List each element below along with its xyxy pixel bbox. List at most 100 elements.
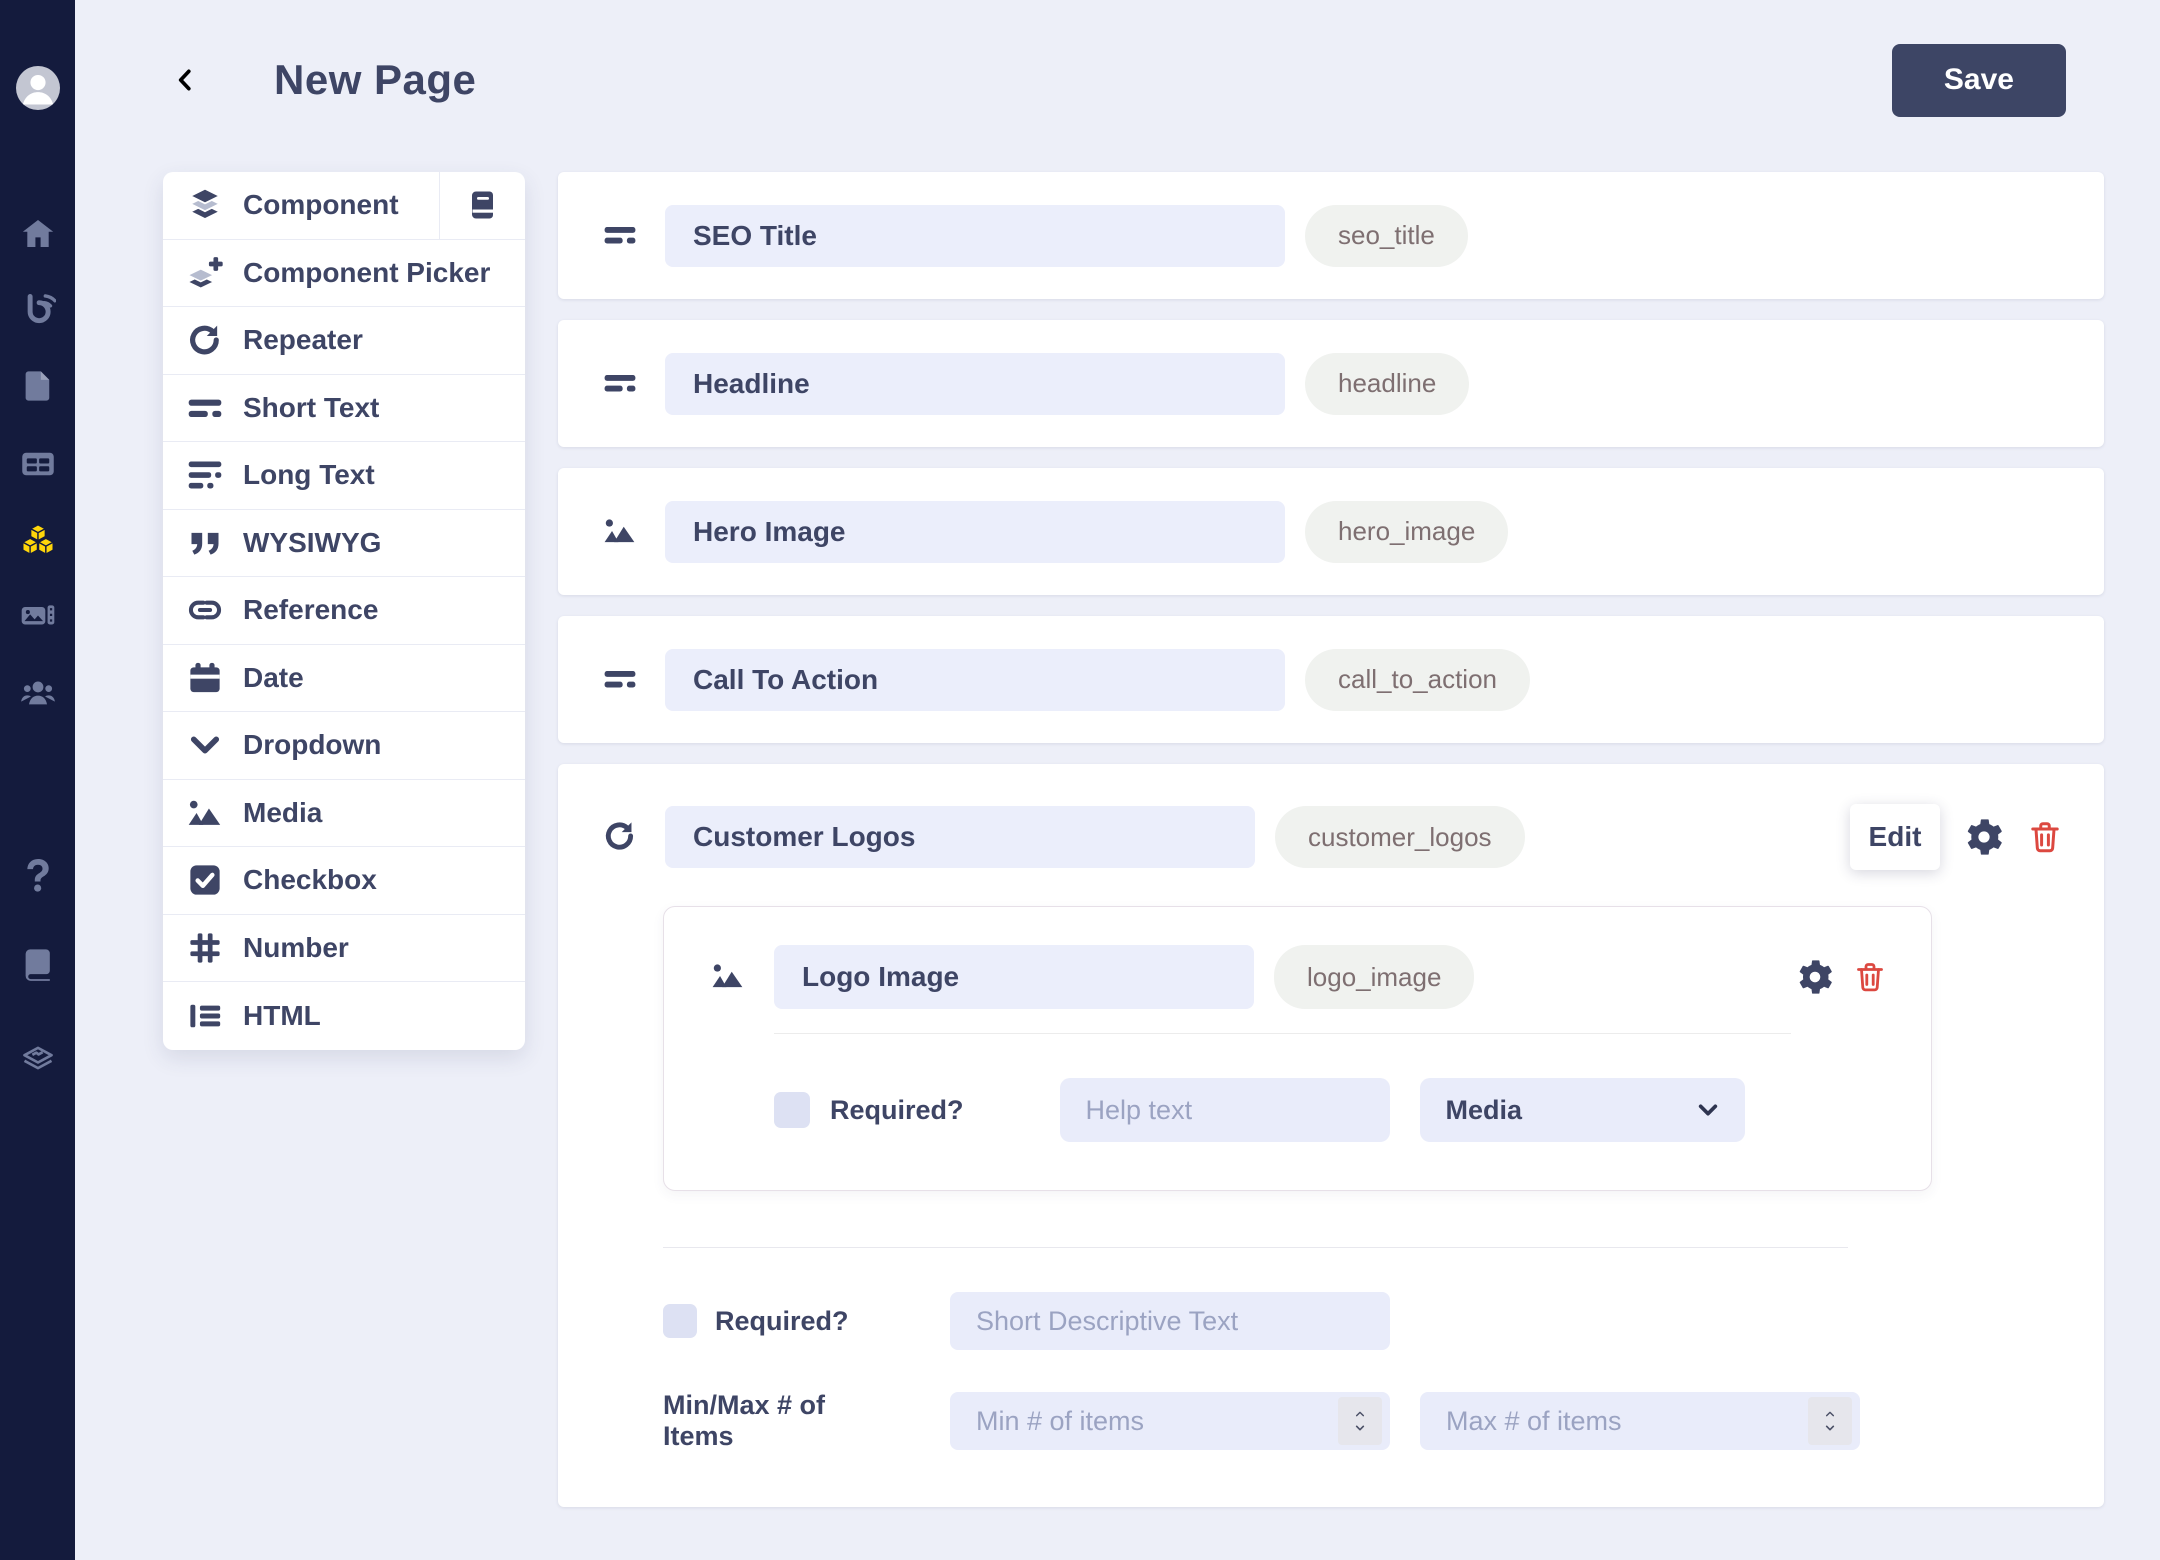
- media-icon: [600, 514, 640, 550]
- component-doc-button[interactable]: [439, 172, 525, 239]
- component-panel: Component Component Picker Repeater Shor…: [163, 172, 525, 1050]
- users-icon[interactable]: [20, 674, 56, 710]
- panel-item-checkbox[interactable]: Checkbox: [163, 847, 525, 915]
- media-icon: [709, 959, 747, 995]
- repeater-field-card: customer_logos Edit: [558, 764, 2104, 1507]
- avatar[interactable]: [15, 66, 60, 110]
- max-items-input[interactable]: [1420, 1392, 1860, 1450]
- field-type-value: Media: [1445, 1094, 1523, 1125]
- chevron-up-icon: [1822, 1409, 1838, 1419]
- collections-icon[interactable]: [20, 446, 56, 482]
- home-icon[interactable]: [20, 216, 56, 252]
- nested-required-label: Required?: [830, 1094, 964, 1125]
- repeater-required-checkbox[interactable]: [663, 1304, 697, 1338]
- field-card: headline: [558, 320, 2104, 447]
- short-text-icon: [600, 366, 640, 402]
- edit-button[interactable]: Edit: [1850, 804, 1940, 870]
- panel-item-short-text[interactable]: Short Text: [163, 375, 525, 442]
- short-description-input[interactable]: [950, 1292, 1390, 1350]
- page-header: New Page Save: [75, 0, 2160, 150]
- field-label-input[interactable]: [665, 204, 1285, 267]
- short-text-icon: [600, 662, 640, 698]
- field-label-input[interactable]: [665, 500, 1285, 563]
- field-label-input[interactable]: [665, 648, 1285, 711]
- field-slug-badge: call_to_action: [1305, 648, 1530, 711]
- panel-item-component-picker[interactable]: Component Picker: [163, 240, 525, 307]
- nested-delete-button[interactable]: [1854, 961, 1886, 993]
- repeater-slug-badge: customer_logos: [1275, 806, 1525, 868]
- field-card: hero_image: [558, 468, 2104, 595]
- help-icon[interactable]: [19, 856, 57, 894]
- docs-icon[interactable]: [20, 946, 56, 982]
- repeater-minmax-row: Min/Max # of Items: [663, 1390, 2062, 1452]
- panel-item-component[interactable]: Component: [163, 172, 525, 240]
- field-slug-badge: seo_title: [1305, 204, 1468, 267]
- pages-icon[interactable]: [20, 368, 56, 404]
- save-button[interactable]: Save: [1891, 43, 2066, 117]
- min-items-input[interactable]: [950, 1392, 1390, 1450]
- panel-item-wysiwyg[interactable]: WYSIWYG: [163, 510, 525, 577]
- wysiwyg-icon: [187, 525, 223, 561]
- panel-item-long-text[interactable]: Long Text: [163, 442, 525, 510]
- stack-icon[interactable]: [20, 1040, 56, 1076]
- repeater-delete-button[interactable]: [2028, 820, 2062, 854]
- repeater-actions: Edit: [1850, 804, 2062, 870]
- help-text-input[interactable]: [1059, 1078, 1390, 1142]
- min-items-field: [950, 1392, 1390, 1450]
- repeater-icon: [187, 322, 223, 358]
- panel-item-repeater[interactable]: Repeater: [163, 307, 525, 375]
- component-icon: [187, 187, 223, 223]
- gear-icon: [1966, 819, 2002, 855]
- field-card: call_to_action: [558, 616, 2104, 743]
- panel-item-media[interactable]: Media: [163, 780, 525, 847]
- min-items-spinner[interactable]: [1338, 1397, 1382, 1445]
- date-icon: [187, 660, 223, 696]
- chevron-down-icon: [1352, 1423, 1368, 1433]
- number-icon: [187, 930, 223, 966]
- trash-icon: [1854, 961, 1886, 993]
- repeater-divider: [663, 1247, 1848, 1248]
- schema-fields: seo_title headline hero_image call_to_ac…: [558, 172, 2104, 1507]
- back-button[interactable]: [172, 60, 212, 100]
- chevron-down-icon: [1697, 1099, 1719, 1121]
- dropdown-icon: [187, 727, 223, 763]
- nested-field-header: logo_image: [709, 945, 1886, 1009]
- panel-item-number[interactable]: Number: [163, 915, 525, 982]
- avatar-icon: [16, 66, 60, 110]
- field-card: seo_title: [558, 172, 2104, 299]
- repeater-required-label: Required?: [715, 1305, 849, 1336]
- field-label-input[interactable]: [665, 352, 1285, 415]
- nested-field-options: Required? Media: [774, 1078, 1886, 1142]
- field-slug-badge: hero_image: [1305, 500, 1509, 563]
- max-items-spinner[interactable]: [1808, 1397, 1852, 1445]
- media-icon: [187, 795, 223, 831]
- panel-item-reference[interactable]: Reference: [163, 577, 525, 645]
- max-items-field: [1420, 1392, 1860, 1450]
- panel-item-date[interactable]: Date: [163, 645, 525, 712]
- page: New Page Save Component Component Picker…: [0, 0, 2160, 1560]
- field-slug-badge: headline: [1305, 352, 1470, 415]
- nested-required-checkbox[interactable]: [774, 1092, 810, 1128]
- reference-icon: [187, 592, 223, 628]
- repeater-settings-button[interactable]: [1966, 819, 2002, 855]
- trash-icon: [2028, 820, 2062, 854]
- blog-icon[interactable]: [20, 292, 56, 328]
- chevron-up-icon: [1352, 1409, 1368, 1419]
- short-text-icon: [187, 390, 223, 426]
- field-type-select[interactable]: Media: [1419, 1078, 1745, 1142]
- media-library-icon[interactable]: [20, 598, 56, 634]
- minmax-label: Min/Max # of Items: [663, 1390, 826, 1451]
- components-icon[interactable]: [20, 522, 56, 558]
- nested-field-card: logo_image: [663, 906, 1932, 1191]
- repeater-label-input[interactable]: [665, 806, 1255, 868]
- component-picker-icon: [187, 255, 223, 291]
- repeater-icon: [600, 819, 640, 855]
- panel-item-html[interactable]: HTML: [163, 982, 525, 1050]
- simple-field-rows: seo_title headline hero_image call_to_ac…: [558, 172, 2104, 743]
- panel-item-dropdown[interactable]: Dropdown: [163, 712, 525, 780]
- repeater-header: customer_logos Edit: [600, 804, 2062, 870]
- nested-field-actions: [1798, 960, 1886, 994]
- nested-settings-button[interactable]: [1798, 960, 1832, 994]
- nested-field-label-input[interactable]: [774, 945, 1254, 1009]
- gear-icon: [1798, 960, 1832, 994]
